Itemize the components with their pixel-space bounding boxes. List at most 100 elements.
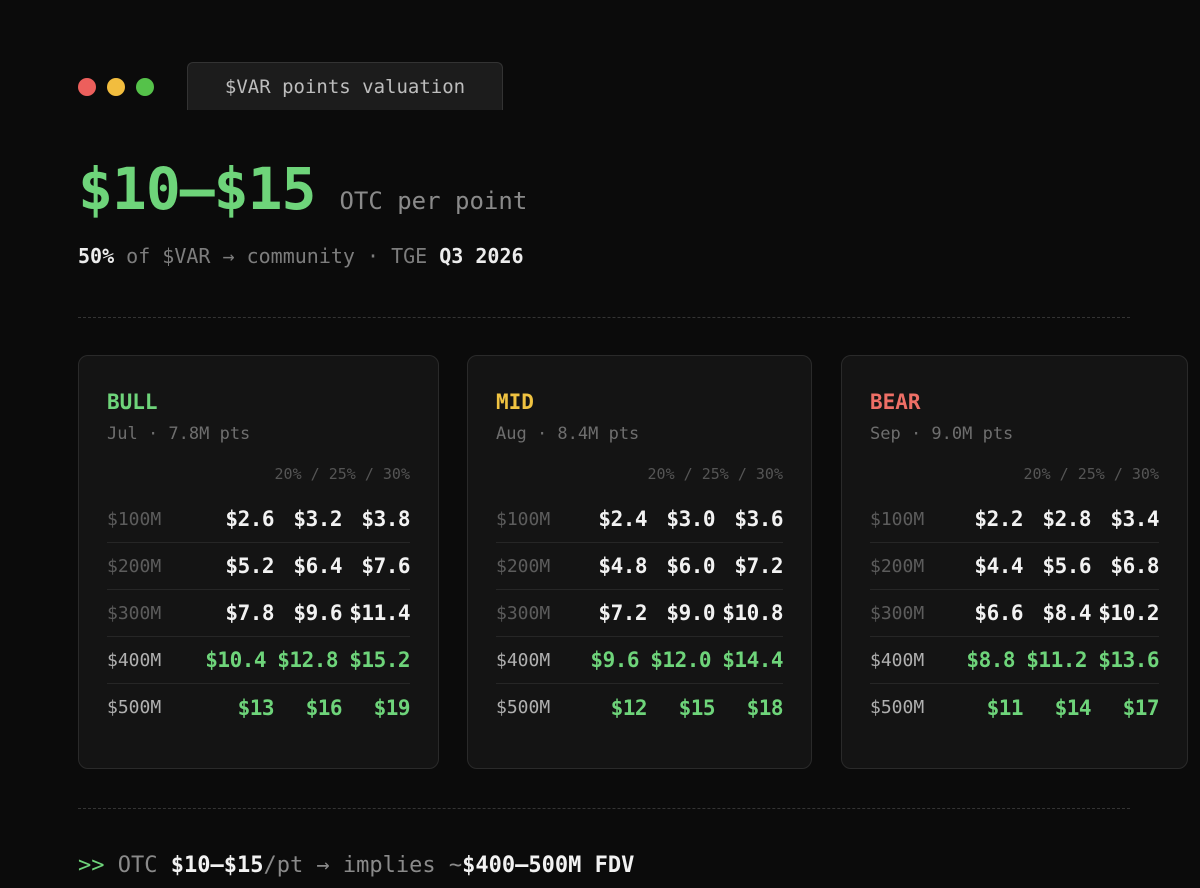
fdv-label: $300M — [107, 602, 162, 624]
footer-middle: /pt → implies ~ — [263, 853, 463, 878]
value-cell: $7.2 — [734, 554, 783, 578]
value-cell: $12 — [610, 695, 648, 720]
table-row: $300M $7.8 $9.6 $11.4 — [107, 590, 411, 637]
value-cell: $3.2 — [293, 507, 342, 531]
scenario-title: MID — [496, 390, 534, 414]
fdv-label: $200M — [870, 555, 925, 577]
window-close-button[interactable] — [78, 78, 96, 96]
value-cell: $2.6 — [225, 507, 274, 531]
value-cell: $11 — [986, 695, 1024, 720]
fdv-label: $100M — [107, 508, 162, 530]
value-cell: $14.4 — [722, 648, 783, 672]
value-cell: $14 — [1054, 695, 1092, 720]
fdv-label: $500M — [496, 697, 551, 718]
meta-date: Q3 2026 — [439, 244, 524, 268]
table-row: $400M $9.6 $12.0 $14.4 — [496, 637, 784, 684]
value-cell: $11.4 — [349, 601, 410, 625]
fdv-label: $200M — [496, 555, 551, 577]
footer-fdv: $400–500M FDV — [462, 853, 635, 878]
value-cell: $16 — [305, 695, 343, 720]
scenario-card-bull: BULL Jul · 7.8M pts 20% / 25% / 30% $100… — [78, 355, 439, 769]
value-cell: $9.6 — [590, 648, 639, 672]
value-cell: $2.2 — [974, 507, 1023, 531]
scenario-subtitle: Sep · 9.0M pts — [870, 424, 1014, 444]
page: { "window": { "tab_label": "$VAR points … — [0, 0, 1200, 888]
meta-share: 50% — [78, 244, 115, 268]
value-cell: $17 — [1122, 695, 1160, 720]
fdv-label: $500M — [107, 697, 162, 718]
table-row: $100M $2.4 $3.0 $3.6 — [496, 496, 784, 543]
value-cell: $15.2 — [349, 648, 410, 672]
footer-prefix: OTC — [104, 853, 171, 878]
value-cell: $12.8 — [277, 648, 338, 672]
scenario-table: $100M $2.2 $2.8 $3.4 $200M $4.4 $5.6 $6.… — [870, 496, 1160, 731]
value-cell: $5.2 — [225, 554, 274, 578]
table-row: $500M $11 $14 $17 — [870, 684, 1160, 731]
fdv-label: $100M — [870, 508, 925, 530]
value-cell: $18 — [746, 695, 784, 720]
value-cell: $10.2 — [1098, 601, 1159, 625]
fdv-label: $300M — [496, 602, 551, 624]
scenario-subtitle: Jul · 7.8M pts — [107, 424, 251, 444]
scenario-subtitle: Aug · 8.4M pts — [496, 424, 640, 444]
fdv-label: $200M — [107, 555, 162, 577]
scenario-table: $100M $2.4 $3.0 $3.6 $200M $4.8 $6.0 $7.… — [496, 496, 784, 731]
prompt-chevron-icon: >> — [78, 853, 105, 878]
table-row: $500M $13 $16 $19 — [107, 684, 411, 731]
value-cell: $4.8 — [598, 554, 647, 578]
scenario-columns-label: 20% / 25% / 30% — [1023, 465, 1159, 483]
fdv-label: $500M — [870, 697, 925, 718]
value-cell: $8.8 — [966, 648, 1015, 672]
tab-var-points-valuation[interactable]: $VAR points valuation — [187, 62, 503, 110]
value-cell: $19 — [373, 695, 411, 720]
value-cell: $6.6 — [974, 601, 1023, 625]
scenario-title: BEAR — [870, 390, 921, 414]
value-cell: $6.8 — [1110, 554, 1159, 578]
value-cell: $7.8 — [225, 601, 274, 625]
scenario-title: BULL — [107, 390, 158, 414]
divider-bottom — [78, 808, 1130, 809]
value-cell: $9.6 — [293, 601, 342, 625]
table-row: $200M $5.2 $6.4 $7.6 — [107, 543, 411, 590]
window-maximize-button[interactable] — [136, 78, 154, 96]
value-cell: $4.4 — [974, 554, 1023, 578]
table-row: $400M $8.8 $11.2 $13.6 — [870, 637, 1160, 684]
fdv-label: $400M — [870, 649, 925, 671]
table-row: $500M $12 $15 $18 — [496, 684, 784, 731]
value-cell: $7.6 — [361, 554, 410, 578]
window-minimize-button[interactable] — [107, 78, 125, 96]
value-cell: $9.0 — [666, 601, 715, 625]
scenario-columns-label: 20% / 25% / 30% — [647, 465, 783, 483]
value-cell: $5.6 — [1042, 554, 1091, 578]
value-cell: $13 — [237, 695, 275, 720]
footer-summary: >> OTC $10–$15/pt → implies ~$400–500M F… — [78, 853, 634, 878]
value-cell: $15 — [678, 695, 716, 720]
value-cell: $12.0 — [650, 648, 711, 672]
window-titlebar: $VAR points valuation — [0, 0, 1200, 110]
table-row: $400M $10.4 $12.8 $15.2 — [107, 637, 411, 684]
table-row: $100M $2.6 $3.2 $3.8 — [107, 496, 411, 543]
scenario-columns-label: 20% / 25% / 30% — [274, 465, 410, 483]
value-cell: $10.8 — [722, 601, 783, 625]
fdv-label: $100M — [496, 508, 551, 530]
hero-price: $10–$15 — [78, 155, 316, 223]
fdv-label: $400M — [496, 649, 551, 671]
scenario-card-bear: BEAR Sep · 9.0M pts 20% / 25% / 30% $100… — [841, 355, 1188, 769]
value-cell: $10.4 — [205, 648, 266, 672]
fdv-label: $400M — [107, 649, 162, 671]
value-cell: $3.8 — [361, 507, 410, 531]
hero-headline: $10–$15 OTC per point — [78, 155, 527, 223]
table-row: $100M $2.2 $2.8 $3.4 — [870, 496, 1160, 543]
table-row: $200M $4.8 $6.0 $7.2 — [496, 543, 784, 590]
value-cell: $2.4 — [598, 507, 647, 531]
meta-middle: of $VAR → community · TGE — [114, 244, 440, 268]
hero-price-unit: OTC per point — [339, 187, 528, 215]
value-cell: $3.0 — [666, 507, 715, 531]
value-cell: $7.2 — [598, 601, 647, 625]
hero-meta: 50% of $VAR → community · TGE Q3 2026 — [78, 244, 524, 268]
scenario-card-mid: MID Aug · 8.4M pts 20% / 25% / 30% $100M… — [467, 355, 812, 769]
value-cell: $2.8 — [1042, 507, 1091, 531]
fdv-label: $300M — [870, 602, 925, 624]
value-cell: $3.6 — [734, 507, 783, 531]
table-row: $300M $7.2 $9.0 $10.8 — [496, 590, 784, 637]
